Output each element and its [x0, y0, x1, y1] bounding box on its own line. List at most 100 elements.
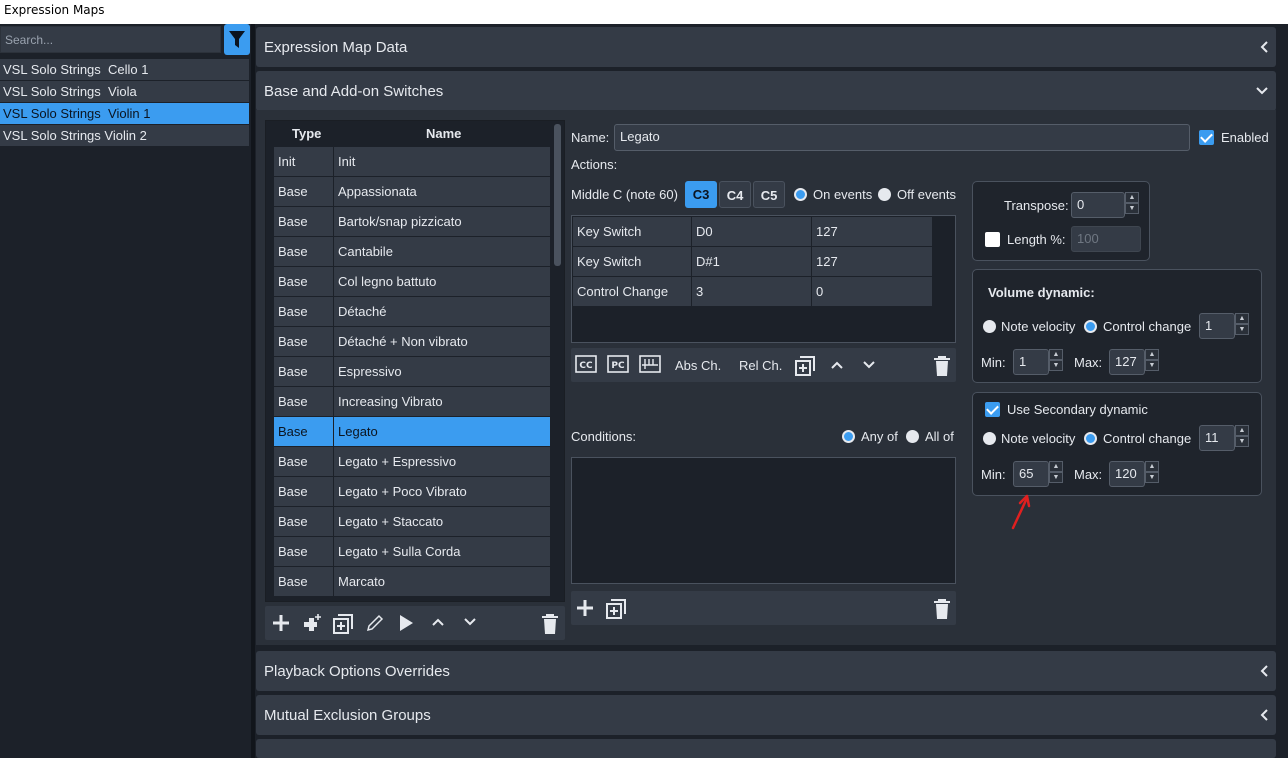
- header-type[interactable]: Type: [292, 126, 321, 141]
- volume-min-spinner[interactable]: ▲ ▼: [1049, 349, 1063, 371]
- volume-cc-input[interactable]: 1: [1199, 313, 1235, 339]
- on-events-radio[interactable]: [794, 188, 807, 201]
- volume-max-spinner[interactable]: ▲ ▼: [1145, 349, 1159, 371]
- secondary-dynamic-checkbox[interactable]: [985, 402, 1000, 417]
- rel-ch-button[interactable]: Rel Ch.: [739, 358, 782, 373]
- table-scrollbar[interactable]: [553, 124, 562, 596]
- svg-text:PC: PC: [611, 361, 625, 371]
- action-cell[interactable]: 3: [692, 277, 811, 306]
- search-input[interactable]: Search...: [0, 26, 221, 53]
- cell-name: Cantabile: [334, 237, 550, 266]
- trash-icon[interactable]: [933, 598, 951, 620]
- add-icon[interactable]: [575, 598, 595, 618]
- table-row[interactable]: Base Legato + Sulla Corda: [274, 537, 550, 566]
- action-cell[interactable]: Key Switch: [573, 217, 691, 246]
- middle-c-c3-button[interactable]: C3: [685, 181, 717, 208]
- secondary-min-spinner[interactable]: ▲ ▼: [1049, 461, 1063, 483]
- table-row[interactable]: Base Détaché: [274, 297, 550, 326]
- move-up-icon[interactable]: [432, 618, 444, 626]
- action-cell[interactable]: D0: [692, 217, 811, 246]
- note-velocity-radio[interactable]: [983, 432, 996, 445]
- table-row[interactable]: Base Bartok/snap pizzicato: [274, 207, 550, 236]
- add-condition-group-icon[interactable]: [605, 598, 627, 620]
- edit-icon[interactable]: [365, 613, 385, 633]
- secondary-min-input[interactable]: 65: [1013, 461, 1049, 487]
- control-change-radio[interactable]: [1084, 320, 1097, 333]
- middle-c-c5-button[interactable]: C5: [753, 181, 785, 208]
- move-up-icon[interactable]: [831, 361, 843, 369]
- keyswitch-icon[interactable]: [639, 355, 661, 373]
- table-row[interactable]: Init Init: [274, 147, 550, 176]
- volume-max-input[interactable]: 127: [1109, 349, 1145, 375]
- middle-c-c4-button[interactable]: C4: [719, 181, 751, 208]
- volume-cc-spinner[interactable]: ▲ ▼: [1235, 313, 1249, 335]
- header-name[interactable]: Name: [426, 126, 461, 141]
- trash-icon[interactable]: [933, 355, 951, 377]
- secondary-cc-spinner[interactable]: ▲ ▼: [1235, 425, 1249, 447]
- map-list-item[interactable]: VSL Solo Strings Cello 1: [0, 59, 249, 80]
- add-action-icon[interactable]: [794, 355, 816, 377]
- filter-button[interactable]: [224, 24, 250, 55]
- action-cell[interactable]: D#1: [692, 247, 811, 276]
- secondary-max-input[interactable]: 120: [1109, 461, 1145, 487]
- length-label: Length %:: [1007, 232, 1066, 247]
- volume-max-label: Max:: [1074, 355, 1103, 370]
- action-cell[interactable]: 127: [812, 247, 932, 276]
- note-velocity-radio[interactable]: [983, 320, 996, 333]
- add-addon-icon[interactable]: [301, 613, 323, 633]
- action-cell[interactable]: Control Change: [573, 277, 691, 306]
- section-next[interactable]: [256, 739, 1276, 758]
- section-mutual-exclusion[interactable]: Mutual Exclusion Groups: [256, 695, 1276, 735]
- move-down-icon[interactable]: [863, 361, 875, 369]
- table-row[interactable]: Base Increasing Vibrato: [274, 387, 550, 416]
- table-row[interactable]: Base Cantabile: [274, 237, 550, 266]
- off-events-radio[interactable]: [878, 188, 891, 201]
- length-input[interactable]: 100: [1071, 226, 1141, 252]
- duplicate-icon[interactable]: [332, 613, 354, 635]
- abs-ch-button[interactable]: Abs Ch.: [675, 358, 721, 373]
- table-row[interactable]: Base Legato + Staccato: [274, 507, 550, 536]
- play-icon[interactable]: [397, 613, 415, 633]
- table-row[interactable]: Base Legato: [274, 417, 550, 446]
- table-row[interactable]: Base Détaché + Non vibrato: [274, 327, 550, 356]
- table-row[interactable]: Base Legato + Espressivo: [274, 447, 550, 476]
- transpose-spinner[interactable]: ▲ ▼: [1125, 192, 1139, 214]
- all-of-radio[interactable]: [906, 430, 919, 443]
- table-row[interactable]: Base Marcato: [274, 567, 550, 596]
- table-row[interactable]: Base Col legno battuto: [274, 267, 550, 296]
- map-list-item[interactable]: VSL Solo Strings Violin 2: [0, 125, 249, 146]
- control-change-radio[interactable]: [1084, 432, 1097, 445]
- cell-name: Espressivo: [334, 357, 550, 386]
- scrollbar-thumb[interactable]: [554, 124, 561, 266]
- map-list-item-selected[interactable]: VSL Solo Strings Violin 1: [0, 103, 249, 124]
- secondary-cc-input[interactable]: 11: [1199, 425, 1235, 451]
- add-icon[interactable]: [271, 613, 291, 633]
- enabled-checkbox[interactable]: [1199, 130, 1214, 145]
- length-checkbox[interactable]: [985, 232, 1000, 247]
- action-cell[interactable]: 127: [812, 217, 932, 246]
- transpose-input[interactable]: 0: [1071, 192, 1125, 218]
- splitter[interactable]: [251, 24, 255, 758]
- section-title: Base and Add-on Switches: [264, 83, 444, 100]
- map-list-item[interactable]: VSL Solo Strings Viola: [0, 81, 249, 102]
- action-cell[interactable]: 0: [812, 277, 932, 306]
- cell-name: Col legno battuto: [334, 267, 550, 296]
- section-base-addon-switches[interactable]: Base and Add-on Switches: [256, 71, 1276, 111]
- name-input[interactable]: Legato: [614, 124, 1190, 151]
- cc-icon[interactable]: CC: [575, 355, 597, 373]
- move-down-icon[interactable]: [464, 618, 476, 626]
- table-row[interactable]: Base Appassionata: [274, 177, 550, 206]
- section-expression-map-data[interactable]: Expression Map Data: [256, 27, 1276, 67]
- section-playback-overrides[interactable]: Playback Options Overrides: [256, 651, 1276, 691]
- table-row[interactable]: Base Espressivo: [274, 357, 550, 386]
- action-cell[interactable]: Key Switch: [573, 247, 691, 276]
- trash-icon[interactable]: [541, 613, 559, 635]
- secondary-max-spinner[interactable]: ▲ ▼: [1145, 461, 1159, 483]
- volume-min-input[interactable]: 1: [1013, 349, 1049, 375]
- table-row[interactable]: Base Legato + Poco Vibrato: [274, 477, 550, 506]
- conditions-list[interactable]: [571, 457, 956, 584]
- switch-table-toolbar: [265, 606, 565, 640]
- secondary-dynamic-label: Use Secondary dynamic: [1007, 402, 1148, 417]
- any-of-radio[interactable]: [842, 430, 855, 443]
- pc-icon[interactable]: PC: [607, 355, 629, 373]
